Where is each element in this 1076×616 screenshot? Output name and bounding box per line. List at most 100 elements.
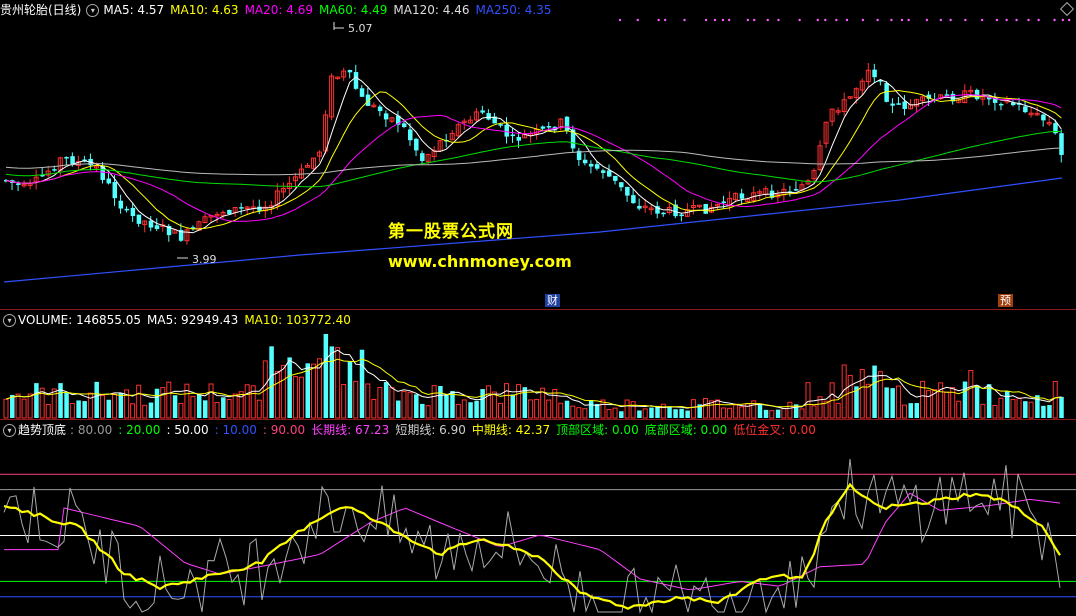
volume-bar [256,399,262,419]
volume-bar [534,398,540,419]
event-dot [835,18,838,22]
volume-header: ▾ VOLUME: 146855.05 MA5: 92949.43 MA10: 103… [0,312,357,328]
volume-bar [461,399,467,419]
candle-body [600,170,606,173]
volume-bar [637,410,642,418]
long-term-curve [4,492,1061,591]
event-dot [657,18,660,22]
ma5-label: MA5: 4.57 [103,3,165,17]
candle-body [420,153,425,162]
indicator-header: ▾ 趋势顶底: 80.00: 20.00: 50.00: 10.00: 90.00… [0,422,822,438]
candle-body [516,136,522,141]
volume-bar [992,404,998,419]
volume-bar [769,410,775,419]
volume-bar [455,403,461,419]
volume-bar [190,395,196,419]
volume-bar [805,382,811,419]
event-dot [721,18,725,22]
volume-panel[interactable]: ▾ VOLUME: 146855.05 MA5: 92949.43 MA10: 103… [0,310,1076,420]
volume-bar [365,383,371,419]
volume-bar [383,382,389,418]
volume-bar [811,405,817,419]
volume-bar [468,402,473,418]
event-dot [1015,18,1018,22]
volume-bar [106,399,112,418]
volume-bar [401,390,407,419]
candle-body [998,103,1004,106]
candle-body [112,182,118,199]
finance-tag[interactable]: 财 [545,294,560,307]
volume-bar [612,407,618,419]
volume-bar [619,411,624,418]
event-dot [861,18,865,22]
event-dot [876,18,879,22]
volume-bar [269,346,274,418]
price-panel[interactable]: 贵州轮胎(日线) ▾ MA5: 4.57 MA10: 4.63 MA20: 4.69 MA… [0,0,1076,310]
ma10-line [5,89,1062,230]
candle-body [480,110,485,113]
volume-bar [76,400,81,418]
volume-bar [353,380,359,419]
event-dot [1053,18,1056,22]
ma5-line [5,76,1062,234]
candle-body [739,193,745,199]
volume-bar [444,394,449,418]
candle-body [1041,114,1046,121]
volume-bar [908,403,913,418]
candle-body [588,163,594,167]
ma10-label: MA10: 4.63 [170,3,239,17]
event-dot [636,18,639,22]
volume-bar [305,363,310,418]
event-dot [727,18,731,22]
line-90: : 90.00 [262,423,306,437]
line-50: : 50.00 [166,423,209,437]
volume-bar [425,405,431,419]
event-dot [766,18,769,22]
volume-bar [914,403,920,418]
volume-bar [884,387,889,418]
volume-bar [763,409,769,418]
event-dot [777,18,780,22]
ma250-label: MA250: 4.35 [475,3,552,17]
volume-bar [45,404,51,419]
candle-body [546,126,552,128]
volume-bar [15,393,21,419]
volume-bar [1004,391,1010,418]
low-price-label: 3.99 [192,253,217,266]
candle-body [721,201,727,204]
volume-bar [974,385,980,418]
volume-bar [280,364,286,419]
volume-bar [685,410,690,418]
candle-body [136,214,142,224]
candle-body [902,101,907,109]
volume-bar [347,360,353,418]
volume-bar [1023,401,1028,418]
volume-bar [962,381,968,418]
event-dot [746,18,750,22]
volume-bar [1016,397,1022,419]
candle-body [64,156,69,159]
event-dot [1037,18,1040,22]
volume-bar [298,376,304,419]
line-80: : 80.00 [70,423,113,437]
collapse-icon[interactable]: ▾ [86,4,100,17]
forecast-tag[interactable]: 预 [998,294,1013,307]
candle-body [890,103,895,106]
volume-bar [594,404,600,418]
event-dot [824,18,827,22]
volume-bar [757,404,763,418]
volume-bar [667,407,672,418]
event-dot [1061,18,1065,22]
volume-bar [968,370,974,419]
volume-bar [877,371,883,419]
collapse-icon[interactable]: ▾ [3,314,16,327]
volume-bar [901,404,907,419]
volume-bar [287,357,292,418]
volume-bar [938,382,944,419]
volume-bar [859,368,865,419]
collapse-icon[interactable]: ▾ [3,424,16,437]
indicator-chart[interactable] [0,420,1076,616]
volume-bar [341,383,347,419]
indicator-panel[interactable]: ▾ 趋势顶底: 80.00: 20.00: 50.00: 10.00: 90.00… [0,420,1076,616]
candle-body [239,207,244,209]
